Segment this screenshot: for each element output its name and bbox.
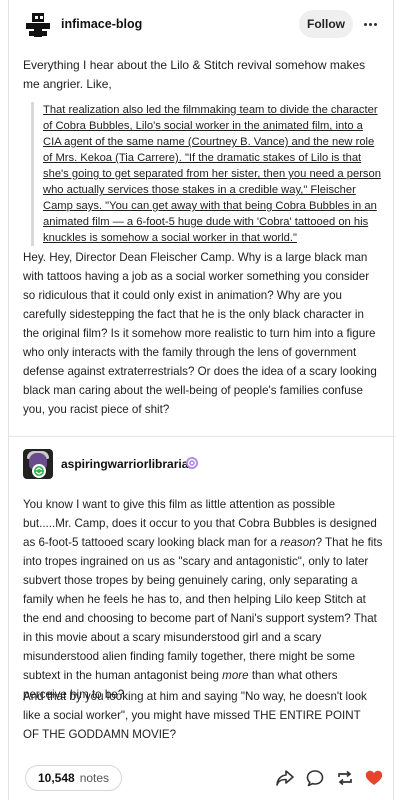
heart-icon[interactable] [364,768,384,788]
post-card: infimace-blog Follow Everything I hear a… [8,0,395,800]
reblog-paragraph-1: You know I want to give this film as lit… [23,495,383,704]
reblog-header: aspiringwarriorlibrarian [9,448,395,482]
purple-swirl-icon [185,456,199,470]
quoted-article-link[interactable]: That realization also led the filmmaking… [43,104,381,244]
post-footer: 10,548 notes [9,760,395,796]
post-header: infimace-blog Follow [9,0,395,48]
blog-name[interactable]: infimace-blog [61,17,142,31]
reblog-icon[interactable] [335,768,355,788]
robot-silhouette-icon[interactable] [25,12,51,38]
share-icon[interactable] [275,768,295,788]
reblog-divider [9,436,395,437]
notes-button[interactable]: 10,548 notes [25,765,123,791]
notes-label: notes [79,771,110,785]
quoted-article: That realization also led the filmmaking… [31,102,383,246]
post-body: Hey. Hey, Director Dean Fleischer Camp. … [23,251,377,416]
emphasis-reason: reason [280,536,316,549]
reblogger-name[interactable]: aspiringwarriorlibrarian [61,457,196,471]
emphasis-more: more [222,669,249,682]
follow-button[interactable]: Follow [299,10,353,38]
reblog-text: ? That he fits into tropes ingrained on … [23,536,383,682]
notes-count: 10,548 [38,771,75,785]
post-intro: Everything I hear about the Lilo & Stitc… [23,58,366,91]
reblog-paragraph-2: And that by you looking at him and sayin… [23,690,367,741]
more-options-icon[interactable] [360,14,380,34]
reply-icon[interactable] [305,768,325,788]
reblog-badge-icon [32,464,46,478]
